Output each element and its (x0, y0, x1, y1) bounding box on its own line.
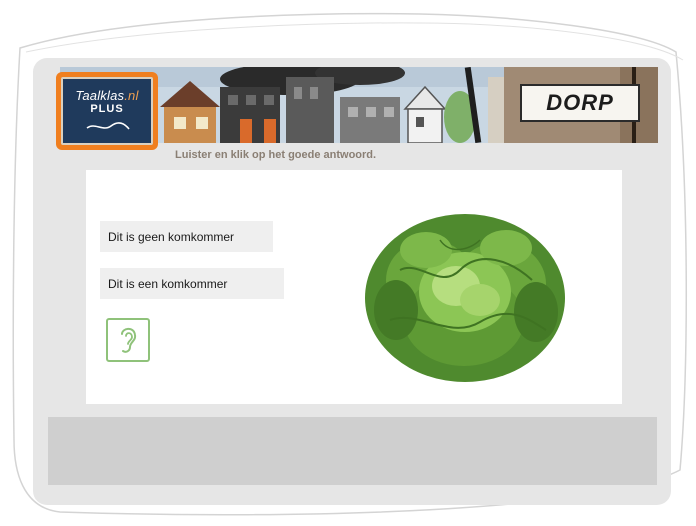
logo-board: Taalklas.nl PLUS (61, 77, 153, 145)
ear-icon (121, 327, 137, 353)
answer-button-geen-komkommer[interactable]: Dit is geen komkommer (100, 221, 273, 252)
logo-squiggle-icon (86, 122, 130, 130)
listen-button[interactable] (106, 318, 150, 362)
logo-wordmark-main: Taalklas (75, 88, 125, 103)
taalklas-plus-logo[interactable]: Taalklas.nl PLUS (56, 72, 158, 150)
lettuce-image (365, 214, 565, 382)
instruction-text: Luister en klik op het goede antwoord. (175, 149, 377, 161)
answer-label: Dit is een komkommer (108, 276, 228, 291)
bottom-bar (48, 417, 657, 485)
answer-button-een-komkommer[interactable]: Dit is een komkommer (100, 268, 284, 299)
logo-wordmark: Taalklas.nl (63, 88, 151, 103)
logo-wordmark-accent: .nl (124, 88, 139, 103)
dorp-sign: DORP (520, 84, 640, 122)
answer-label: Dit is geen komkommer (108, 229, 235, 244)
logo-plus-label: PLUS (90, 103, 124, 115)
